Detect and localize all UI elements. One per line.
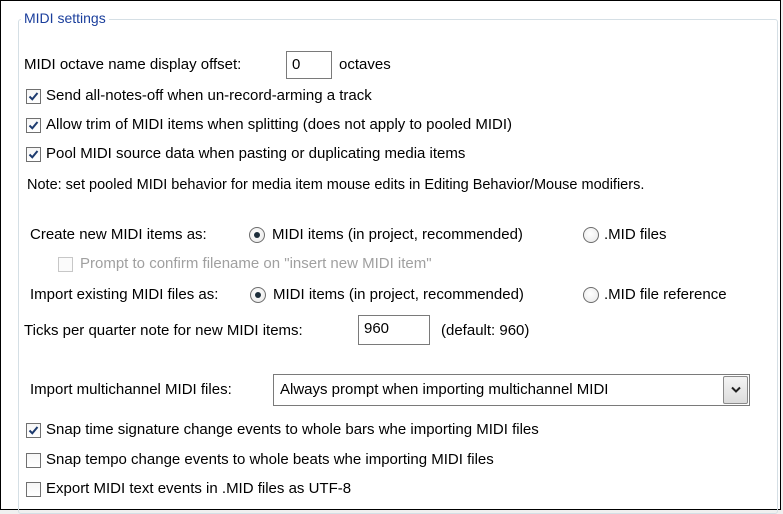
multichannel-select[interactable]: Always prompt when importing multichanne…	[273, 374, 750, 406]
pool-source-checkbox[interactable]	[26, 147, 41, 162]
ticks-label: Ticks per quarter note for new MIDI item…	[24, 322, 303, 339]
snap-timesig-checkbox[interactable]	[26, 423, 41, 438]
export-utf8-checkbox[interactable]	[26, 482, 41, 497]
create-new-option-mid-label: .MID files	[604, 226, 667, 243]
octave-offset-label: MIDI octave name display offset:	[24, 56, 242, 73]
ticks-input[interactable]: 960	[358, 315, 430, 345]
ticks-hint: (default: 960)	[441, 322, 530, 339]
pool-source-label: Pool MIDI source data when pasting or du…	[46, 145, 466, 162]
checkmark-icon	[28, 121, 39, 130]
snap-timesig-label: Snap time signature change events to who…	[46, 421, 539, 438]
group-title: MIDI settings	[21, 9, 109, 27]
chevron-down-icon	[731, 386, 741, 393]
prompt-filename-checkbox[interactable]	[58, 257, 73, 272]
checkmark-icon	[28, 92, 39, 101]
octave-offset-suffix: octaves	[339, 56, 391, 73]
import-existing-radio-project[interactable]	[250, 287, 266, 303]
import-existing-label: Import existing MIDI files as:	[30, 286, 219, 303]
import-existing-radio-ref[interactable]	[583, 287, 599, 303]
ticks-value: 960	[364, 320, 390, 337]
create-new-option-project-label: MIDI items (in project, recommended)	[272, 226, 523, 243]
radio-selected-dot	[255, 292, 261, 298]
checkmark-icon	[28, 426, 39, 435]
pooled-midi-note: Note: set pooled MIDI behavior for media…	[27, 177, 645, 193]
radio-selected-dot	[254, 232, 260, 238]
send-notes-off-checkbox[interactable]	[26, 89, 41, 104]
multichannel-label: Import multichannel MIDI files:	[30, 381, 232, 398]
octave-offset-value: 0	[292, 56, 301, 73]
octave-offset-input[interactable]: 0	[286, 51, 332, 79]
create-new-radio-mid[interactable]	[583, 227, 599, 243]
prompt-filename-label: Prompt to confirm filename on "insert ne…	[80, 255, 432, 272]
import-existing-option-project-label: MIDI items (in project, recommended)	[273, 286, 524, 303]
snap-tempo-checkbox[interactable]	[26, 453, 41, 468]
checkmark-icon	[28, 150, 39, 159]
create-new-label: Create new MIDI items as:	[30, 226, 207, 243]
send-notes-off-label: Send all-notes-off when un-record-arming…	[46, 87, 372, 104]
multichannel-selected-value: Always prompt when importing multichanne…	[280, 381, 609, 398]
allow-trim-label: Allow trim of MIDI items when splitting …	[46, 116, 513, 133]
allow-trim-checkbox[interactable]	[26, 118, 41, 133]
create-new-radio-project[interactable]	[249, 227, 265, 243]
import-existing-option-ref-label: .MID file reference	[604, 286, 727, 303]
snap-tempo-label: Snap tempo change events to whole beats …	[46, 451, 494, 468]
export-utf8-label: Export MIDI text events in .MID files as…	[46, 480, 352, 497]
multichannel-dropdown-button[interactable]	[723, 376, 748, 404]
